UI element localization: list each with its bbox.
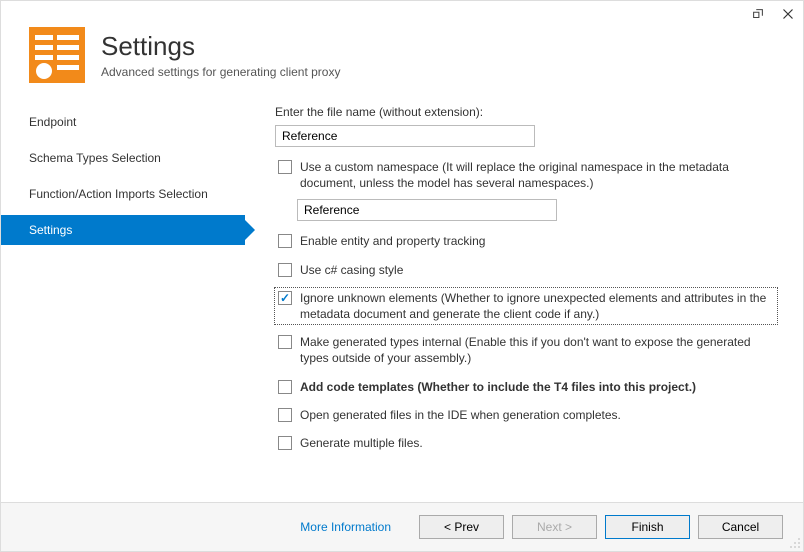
more-information-link[interactable]: More Information bbox=[300, 520, 391, 534]
checkbox-custom-namespace[interactable] bbox=[278, 160, 292, 174]
sidebar-item-label: Endpoint bbox=[29, 115, 76, 129]
checkbox-casing[interactable] bbox=[278, 263, 292, 277]
sidebar-item-label: Function/Action Imports Selection bbox=[29, 187, 208, 201]
page-subtitle: Advanced settings for generating client … bbox=[101, 65, 340, 79]
finish-button[interactable]: Finish bbox=[605, 515, 690, 539]
option-label: Use a custom namespace (It will replace … bbox=[300, 159, 774, 191]
sidebar-item-settings[interactable]: Settings bbox=[1, 215, 245, 245]
sidebar: Endpoint Schema Types Selection Function… bbox=[1, 95, 245, 471]
option-label: Open generated files in the IDE when gen… bbox=[300, 407, 621, 423]
checkbox-ignore-unknown[interactable] bbox=[278, 291, 292, 305]
option-label: Use c# casing style bbox=[300, 262, 403, 278]
file-name-input[interactable] bbox=[275, 125, 535, 147]
option-label: Ignore unknown elements (Whether to igno… bbox=[300, 290, 774, 322]
option-ignore-unknown: Ignore unknown elements (Whether to igno… bbox=[275, 288, 777, 324]
checkbox-tracking[interactable] bbox=[278, 234, 292, 248]
checkbox-multi-files[interactable] bbox=[278, 436, 292, 450]
option-templates: Add code templates (Whether to include t… bbox=[275, 377, 777, 397]
sidebar-item-function-imports[interactable]: Function/Action Imports Selection bbox=[1, 179, 245, 209]
close-icon[interactable] bbox=[781, 7, 795, 21]
cancel-button[interactable]: Cancel bbox=[698, 515, 783, 539]
next-button: Next > bbox=[512, 515, 597, 539]
prev-button[interactable]: < Prev bbox=[419, 515, 504, 539]
checkbox-templates[interactable] bbox=[278, 380, 292, 394]
sidebar-item-label: Schema Types Selection bbox=[29, 151, 161, 165]
sidebar-item-endpoint[interactable]: Endpoint bbox=[1, 107, 245, 137]
option-internal: Make generated types internal (Enable th… bbox=[275, 332, 777, 368]
option-label: Add code templates (Whether to include t… bbox=[300, 379, 696, 395]
sidebar-item-label: Settings bbox=[29, 223, 72, 237]
page-title: Settings bbox=[101, 31, 340, 62]
option-label: Enable entity and property tracking bbox=[300, 233, 485, 249]
checkbox-open-files[interactable] bbox=[278, 408, 292, 422]
option-casing: Use c# casing style bbox=[275, 260, 777, 280]
option-tracking: Enable entity and property tracking bbox=[275, 231, 777, 251]
sidebar-item-schema-types[interactable]: Schema Types Selection bbox=[1, 143, 245, 173]
file-name-label: Enter the file name (without extension): bbox=[275, 105, 777, 119]
settings-wizard-icon bbox=[29, 27, 85, 83]
option-open-files: Open generated files in the IDE when gen… bbox=[275, 405, 777, 425]
footer: More Information < Prev Next > Finish Ca… bbox=[1, 502, 803, 551]
custom-namespace-input[interactable] bbox=[297, 199, 557, 221]
option-custom-namespace: Use a custom namespace (It will replace … bbox=[275, 157, 777, 193]
option-multi-files: Generate multiple files. bbox=[275, 433, 777, 453]
pop-out-icon[interactable] bbox=[751, 7, 765, 21]
option-label: Generate multiple files. bbox=[300, 435, 423, 451]
option-label: Make generated types internal (Enable th… bbox=[300, 334, 774, 366]
content-panel: Enter the file name (without extension):… bbox=[245, 95, 803, 471]
checkbox-internal[interactable] bbox=[278, 335, 292, 349]
